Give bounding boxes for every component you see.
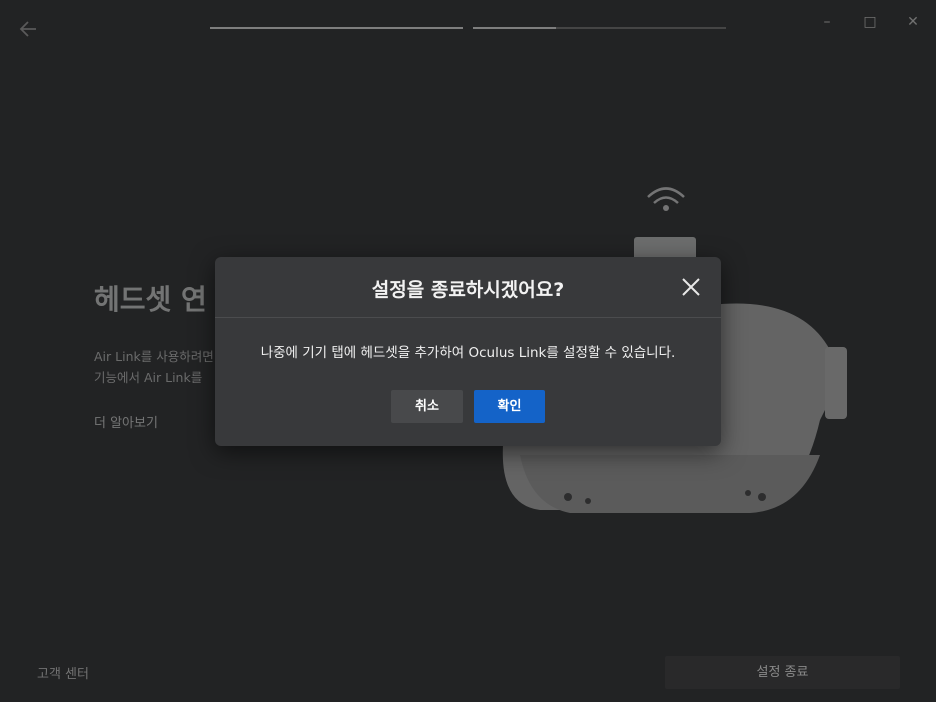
close-icon bbox=[682, 278, 700, 296]
confirm-button[interactable]: 확인 bbox=[474, 390, 545, 423]
app-window: – □ ✕ 헤드셋 연 Air Link를 사용하려면 기능에서 Air Lin… bbox=[0, 0, 936, 702]
dialog-header: 설정을 종료하시겠어요? bbox=[215, 257, 721, 318]
dialog-title: 설정을 종료하시겠어요? bbox=[371, 279, 565, 301]
dialog-message: 나중에 기기 탭에 헤드셋을 추가하여 Oculus Link를 설정할 수 있… bbox=[260, 345, 676, 361]
dialog-close-button[interactable] bbox=[679, 275, 703, 299]
exit-confirm-dialog: 설정을 종료하시겠어요? 나중에 기기 탭에 헤드셋을 추가하여 Oculus … bbox=[215, 257, 721, 446]
cancel-button[interactable]: 취소 bbox=[391, 390, 463, 423]
